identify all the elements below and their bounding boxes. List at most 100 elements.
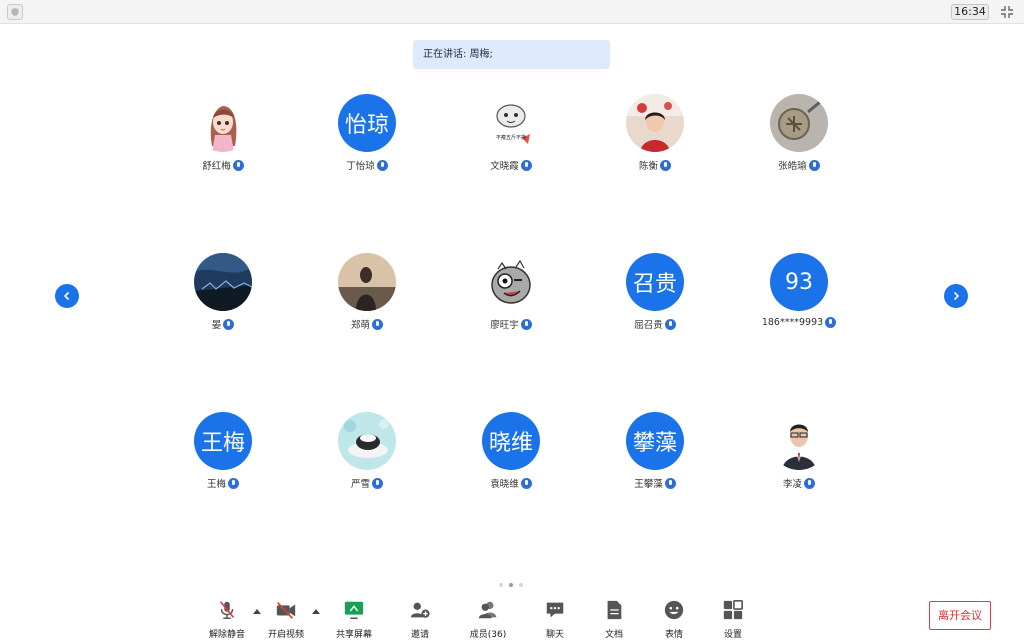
participant-tile[interactable]: 晓维 袁晓维 [441,412,581,512]
participant-tile[interactable]: 王梅 王梅 [153,412,293,512]
settings-grid-icon [723,600,743,620]
participant-tile[interactable]: 93 186****9993 [729,253,869,353]
chat-icon [546,602,564,618]
avatar: 攀藻 [626,412,684,470]
share-screen-label: 共享屏幕 [335,630,372,640]
invite-button[interactable]: 邀请 [392,592,448,640]
chat-button[interactable]: 聊天 [527,592,583,640]
participant-name: 严雪 [350,479,370,490]
participant-name: 丁怡琼 [346,161,375,172]
participant-name: 186****9993 [761,317,824,328]
page-dot-active[interactable] [509,583,513,587]
mic-options-caret-icon[interactable] [253,608,261,614]
participant-name: 舒红梅 [202,161,231,172]
participant-name: 晏 [211,320,222,331]
settings-button[interactable]: 设置 [705,592,761,640]
start-video-label: 开启视频 [267,630,304,640]
unmute-button[interactable]: 解除静音 [199,592,255,640]
participant-name: 王攀藻 [634,479,663,490]
mic-icon [664,477,676,489]
start-video-button[interactable]: 开启视频 [258,592,314,640]
mic-icon [372,318,383,330]
participant-tile[interactable]: 廖旺宇 [441,253,581,353]
chat-label: 聊天 [545,630,564,640]
speaking-banner: 正在讲话: 周梅; [413,40,610,69]
participant-name: 袁晓维 [490,479,519,490]
share-screen-icon [344,601,364,619]
participant-tile[interactable]: 晏 [153,253,293,353]
participant-name: 廖旺宇 [490,320,519,331]
add-user-icon [410,602,430,618]
avatar: 王梅 [194,412,252,470]
mic-icon [228,477,239,489]
mic-icon [660,159,671,171]
emoji-label: 表情 [664,630,683,640]
emoji-button[interactable]: 表情 [646,592,702,640]
mic-muted-icon [219,601,235,619]
participant-tile[interactable]: 李凌 [729,412,869,512]
sticker-text: 不瘦五斤不换 [496,134,526,141]
mic-icon [223,318,235,330]
video-options-caret-icon[interactable] [312,608,320,614]
leave-meeting-button[interactable]: 离开会议 [929,601,991,630]
participant-name: 张皓瑜 [778,161,807,172]
page-dot[interactable] [499,583,503,587]
participant-name: 文晓霞 [490,161,519,172]
video-off-icon [276,602,296,619]
participant-tile[interactable]: 不瘦五斤不换 文晓霞 [441,94,581,194]
chevron-right-icon [953,291,960,301]
avatar [338,253,396,311]
share-screen-button[interactable]: 共享屏幕 [326,592,382,640]
page-dot[interactable] [519,583,523,587]
document-icon [607,600,622,620]
meeting-clock: 16:34 [951,4,989,20]
mic-icon [808,159,820,171]
page-indicator [499,583,523,587]
participant-tile[interactable]: 张皓瑜 [729,94,869,194]
participant-name: 李凌 [782,479,802,490]
fullscreen-icon[interactable] [998,4,1016,20]
docs-label: 文档 [604,630,623,640]
avatar [194,253,252,311]
participant-tile[interactable]: 郑萌 [297,253,437,353]
title-bar: 16:34 [0,0,1024,24]
members-button[interactable]: 成员(36) [460,592,516,640]
settings-label: 设置 [723,630,742,640]
next-page-button[interactable] [944,284,968,308]
emoji-icon [664,600,684,620]
avatar [338,412,396,470]
meeting-toolbar: 解除静音 开启视频 共享屏幕 邀请 成员(36) 聊天 文档 表情 设置 [0,592,1024,640]
participant-name: 郑萌 [350,320,370,331]
avatar: 怡琼 [338,94,396,152]
participant-tile[interactable]: 严雪 [297,412,437,512]
avatar [770,94,828,152]
avatar: 晓维 [482,412,540,470]
mic-icon [804,477,815,489]
participant-tile[interactable]: 召贵 屈召贵 [585,253,725,353]
invite-label: 邀请 [410,630,429,640]
mic-icon [232,159,244,171]
chevron-left-icon [63,291,70,301]
participant-tile[interactable]: 陈衡 [585,94,725,194]
docs-button[interactable]: 文档 [586,592,642,640]
mic-icon [520,318,532,330]
avatar [626,94,684,152]
avatar [770,412,828,470]
avatar: 召贵 [626,253,684,311]
mic-icon [372,477,383,489]
mic-icon [376,159,388,171]
avatar [194,94,252,152]
shield-icon[interactable] [7,4,23,20]
participant-tile[interactable]: 舒红梅 [153,94,293,194]
prev-page-button[interactable] [55,284,79,308]
avatar: 93 [770,253,828,311]
mic-icon [825,317,837,328]
avatar: 不瘦五斤不换 [482,94,540,152]
members-label: 成员(36) [469,630,507,640]
participant-name: 王梅 [206,479,226,490]
participant-name: 屈召贵 [634,320,663,331]
participant-tile[interactable]: 怡琼 丁怡琼 [297,94,437,194]
mic-icon [520,159,532,171]
participant-name: 陈衡 [638,161,658,172]
participant-tile[interactable]: 攀藻 王攀藻 [585,412,725,512]
